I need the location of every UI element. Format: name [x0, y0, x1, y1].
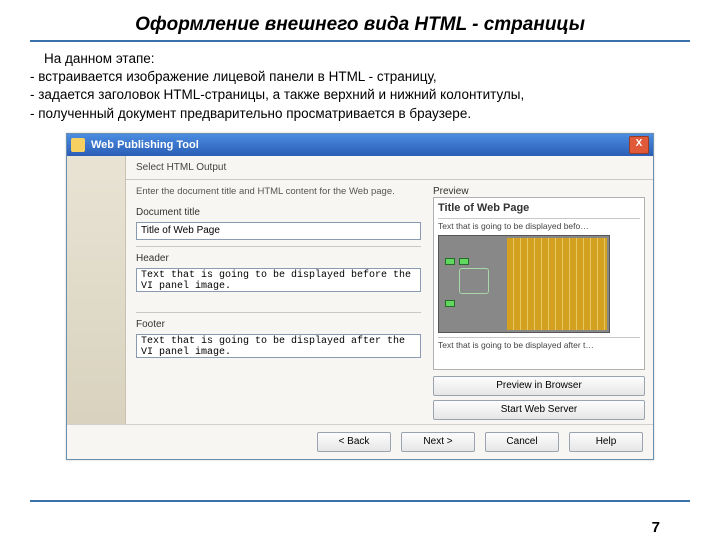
- form-column: Enter the document title and HTML conten…: [126, 182, 429, 424]
- bullet-1: - встраивается изображение лицевой панел…: [30, 68, 690, 86]
- preview-vi-panel-image: [438, 235, 610, 333]
- footer-input[interactable]: [136, 334, 421, 358]
- preview-footer-text: Text that is going to be displayed after…: [438, 340, 640, 350]
- wizard-side-panel: [67, 156, 126, 424]
- preview-label: Preview: [433, 186, 645, 197]
- preview-diagram-icon: [445, 258, 501, 308]
- document-title-input[interactable]: [136, 222, 421, 240]
- app-icon: [71, 138, 85, 152]
- bottom-divider: [30, 500, 690, 502]
- page-number: 7: [652, 519, 660, 536]
- preview-column: Preview Title of Web Page Text that is g…: [429, 182, 653, 424]
- separator: [126, 179, 653, 180]
- preview-header-text: Text that is going to be displayed befo…: [438, 221, 640, 231]
- preview-in-browser-button[interactable]: Preview in Browser: [433, 376, 645, 396]
- cancel-button[interactable]: Cancel: [485, 432, 559, 452]
- separator: [136, 312, 421, 313]
- window-title: Web Publishing Tool: [91, 139, 199, 151]
- header-input[interactable]: [136, 268, 421, 292]
- preview-grid-icon: [507, 238, 607, 330]
- close-button[interactable]: X: [629, 136, 649, 154]
- titlebar: Web Publishing Tool X: [67, 134, 653, 156]
- content-row: Enter the document title and HTML conten…: [126, 182, 653, 424]
- web-publishing-tool-window: Web Publishing Tool X Select HTML Output…: [66, 133, 654, 460]
- step-header: Select HTML Output: [136, 162, 643, 173]
- slide-body: На данном этапе: - встраивается изображе…: [30, 50, 690, 123]
- preview-box: Title of Web Page Text that is going to …: [433, 197, 645, 370]
- separator: [136, 246, 421, 247]
- title-divider: [30, 40, 690, 42]
- slide-title: Оформление внешнего вида HTML - страницы: [40, 14, 680, 36]
- back-button[interactable]: < Back: [317, 432, 391, 452]
- separator: [438, 218, 640, 219]
- wizard-body: Select HTML Output Enter the document ti…: [67, 156, 653, 424]
- instructions-text: Enter the document title and HTML conten…: [136, 186, 421, 197]
- bullet-2: - задается заголовок HTML-страницы, а та…: [30, 86, 690, 104]
- help-button[interactable]: Help: [569, 432, 643, 452]
- footer-label: Footer: [136, 319, 421, 330]
- preview-actions: Preview in Browser Start Web Server: [433, 376, 645, 420]
- document-title-label: Document title: [136, 207, 421, 218]
- wizard-main-panel: Select HTML Output Enter the document ti…: [126, 156, 653, 424]
- separator: [438, 337, 640, 338]
- intro-line: На данном этапе:: [30, 50, 690, 68]
- preview-doc-title: Title of Web Page: [438, 202, 640, 214]
- bullet-3: - полученный документ предварительно про…: [30, 105, 690, 123]
- wizard-bottom-bar: < Back Next > Cancel Help: [67, 424, 653, 459]
- start-web-server-button[interactable]: Start Web Server: [433, 400, 645, 420]
- header-label: Header: [136, 253, 421, 264]
- next-button[interactable]: Next >: [401, 432, 475, 452]
